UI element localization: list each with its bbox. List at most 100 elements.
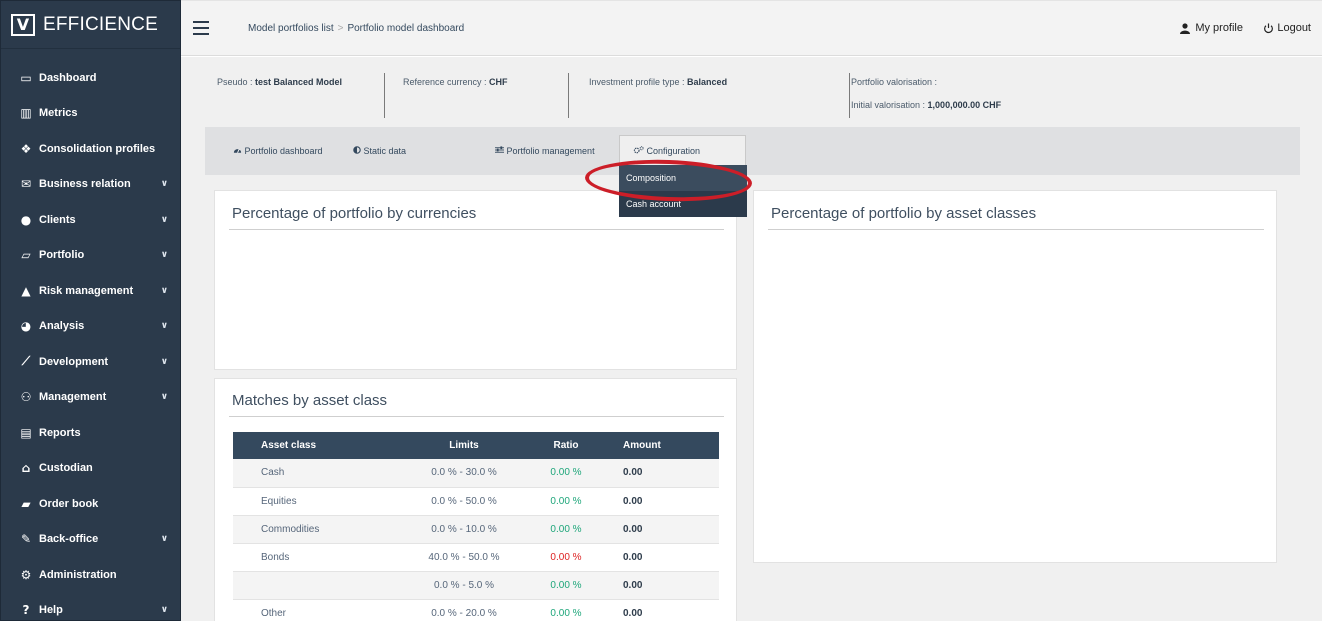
tab-portfolio-dashboard[interactable]: Portfolio dashboard xyxy=(233,146,323,156)
dropdown-item-cash-account[interactable]: Cash account xyxy=(619,191,747,217)
matches-table: Asset class Limits Ratio Amount Cash 0.0 … xyxy=(233,432,719,621)
portfolio-tabs: Portfolio dashboard Static data Portfoli… xyxy=(205,127,1300,175)
sidebar-item-management[interactable]: ⚇ Management ∨ xyxy=(1,380,182,416)
half-circle-icon xyxy=(353,146,361,154)
cell-limits: 0.0 % - 5.0 % xyxy=(403,571,525,600)
table-row: Bonds 40.0 % - 50.0 % 0.00 % 0.00 xyxy=(233,543,719,572)
chevron-down-icon[interactable]: ∨ xyxy=(161,321,168,331)
currencies-panel: Percentage of portfolio by currencies xyxy=(214,190,737,370)
chevron-down-icon[interactable]: ∨ xyxy=(161,250,168,260)
sidebar-item-business-relation[interactable]: ✉ Business relation ∨ xyxy=(1,167,182,203)
cell-ratio: 0.00 % xyxy=(525,599,607,621)
hamburger-menu-icon[interactable] xyxy=(193,21,209,35)
sidebar-item-dashboard[interactable]: ▭ Dashboard xyxy=(1,60,182,96)
cell-limits: 0.0 % - 20.0 % xyxy=(403,599,525,621)
initial-valorisation-info: Initial valorisation : 1,000,000.00 CHF xyxy=(851,100,1001,110)
cell-limits: 0.0 % - 50.0 % xyxy=(403,487,525,516)
pseudo-label: Pseudo : xyxy=(217,77,256,87)
chevron-down-icon[interactable]: ∨ xyxy=(161,215,168,225)
sidebar-item-clients[interactable]: ● Clients ∨ xyxy=(1,202,182,238)
sidebar-item-analysis[interactable]: ◕ Analysis ∨ xyxy=(1,309,182,345)
tab-portfolio-management[interactable]: Portfolio management xyxy=(495,146,595,156)
column-header-ratio[interactable]: Ratio xyxy=(525,432,607,459)
cell-asset-class: Bonds xyxy=(233,543,403,572)
edit-icon: ✎ xyxy=(20,532,32,547)
chevron-down-icon[interactable]: ∨ xyxy=(161,605,168,615)
cell-ratio: 0.00 % xyxy=(525,571,607,600)
monitor-icon: ▭ xyxy=(20,70,32,85)
dropdown-item-composition[interactable]: Composition xyxy=(619,165,747,191)
sidebar-item-risk-management[interactable]: ▲ Risk management ∨ xyxy=(1,273,182,309)
sidebar-item-label: Administration xyxy=(39,568,117,581)
info-divider xyxy=(384,73,385,118)
sliders-icon xyxy=(495,146,504,153)
bank-icon: ⌂ xyxy=(21,461,31,476)
cell-ratio: 0.00 % xyxy=(525,543,607,572)
info-divider xyxy=(568,73,569,118)
tab-label: Static data xyxy=(363,146,407,156)
pseudo-value: test Balanced Model xyxy=(255,77,343,87)
column-header-asset-class[interactable]: Asset class xyxy=(233,432,403,459)
sidebar-item-portfolio[interactable]: ▱ Portfolio ∨ xyxy=(1,238,182,274)
sidebar-item-consolidation-profiles[interactable]: ❖ Consolidation profiles xyxy=(1,131,182,167)
cell-limits: 0.0 % - 10.0 % xyxy=(403,515,525,544)
app-name: EFFICIENCE xyxy=(43,13,158,35)
sidebar-item-order-book[interactable]: ▰ Order book xyxy=(1,486,182,522)
sidebar-item-help[interactable]: ? Help ∨ xyxy=(1,593,182,621)
sidebar-item-label: Consolidation profiles xyxy=(39,142,156,155)
gears-icon xyxy=(633,146,644,154)
my-profile-link[interactable]: My profile xyxy=(1180,22,1243,34)
table-row: Other 0.0 % - 20.0 % 0.00 % 0.00 xyxy=(233,599,719,621)
cell-asset-class: Commodities xyxy=(233,515,403,544)
sidebar-item-label: Business relation xyxy=(39,178,131,191)
panel-divider xyxy=(229,229,724,230)
table-row: 0.0 % - 5.0 % 0.00 % 0.00 xyxy=(233,571,719,600)
warning-icon: ▲ xyxy=(21,283,31,298)
sidebar-item-metrics[interactable]: ▥ Metrics xyxy=(1,96,182,132)
breadcrumb-current: Portfolio model dashboard xyxy=(347,23,465,34)
sidebar-item-label: Order book xyxy=(39,497,99,510)
sidebar-item-back-office[interactable]: ✎ Back-office ∨ xyxy=(1,522,182,558)
tachometer-icon xyxy=(233,148,242,153)
table-row: Commodities 0.0 % - 10.0 % 0.00 % 0.00 xyxy=(233,515,719,544)
configuration-dropdown: Composition Cash account xyxy=(619,165,747,217)
sidebar: V EFFICIENCE ▭ Dashboard ▥ Metrics ❖ Consolid… xyxy=(0,0,181,621)
logout-label: Logout xyxy=(1277,22,1311,34)
cell-amount: 0.00 xyxy=(607,515,719,544)
portfolio-info-bar: Pseudo : test Balanced Model Reference c… xyxy=(181,57,1322,127)
table-row: Cash 0.0 % - 30.0 % 0.00 % 0.00 xyxy=(233,459,719,488)
logout-link[interactable]: Logout xyxy=(1263,22,1311,34)
tab-static-data[interactable]: Static data xyxy=(353,146,406,156)
cell-limits: 0.0 % - 30.0 % xyxy=(403,459,525,488)
chevron-down-icon[interactable]: ∨ xyxy=(161,286,168,296)
cell-amount: 0.00 xyxy=(607,571,719,600)
sidebar-item-reports[interactable]: ▤ Reports xyxy=(1,415,182,451)
chat-icon: ✉ xyxy=(20,177,32,192)
cell-ratio: 0.00 % xyxy=(525,487,607,516)
breadcrumb-link-model-portfolios[interactable]: Model portfolios list xyxy=(248,23,334,34)
sidebar-item-label: Portfolio xyxy=(39,249,85,262)
profile-type-info: Investment profile type : Balanced xyxy=(589,77,727,87)
user-icon xyxy=(1180,22,1191,34)
sidebar-item-label: Metrics xyxy=(39,107,78,120)
profile-type-label: Investment profile type : xyxy=(589,77,688,87)
column-header-amount[interactable]: Amount xyxy=(607,432,719,459)
sidebar-item-label: Analysis xyxy=(39,320,85,333)
chevron-down-icon[interactable]: ∨ xyxy=(161,179,168,189)
tab-configuration[interactable]: Configuration xyxy=(633,146,700,156)
brand[interactable]: V EFFICIENCE xyxy=(1,1,180,49)
chevron-down-icon[interactable]: ∨ xyxy=(161,392,168,402)
sidebar-item-administration[interactable]: ⚙ Administration xyxy=(1,557,182,593)
asset-classes-panel: Percentage of portfolio by asset classes xyxy=(753,190,1277,563)
sidebar-item-custodian[interactable]: ⌂ Custodian xyxy=(1,451,182,487)
main-content: Pseudo : test Balanced Model Reference c… xyxy=(181,57,1322,621)
my-profile-label: My profile xyxy=(1195,22,1243,34)
valorisation-label: Portfolio valorisation : xyxy=(851,77,938,87)
chevron-down-icon[interactable]: ∨ xyxy=(161,357,168,367)
cell-ratio: 0.00 % xyxy=(525,515,607,544)
panel-divider xyxy=(768,229,1264,230)
column-header-limits[interactable]: Limits xyxy=(403,432,525,459)
sidebar-item-development[interactable]: ⟋ Development ∨ xyxy=(1,344,182,380)
chevron-down-icon[interactable]: ∨ xyxy=(161,534,168,544)
table-row: Equities 0.0 % - 50.0 % 0.00 % 0.00 xyxy=(233,487,719,516)
